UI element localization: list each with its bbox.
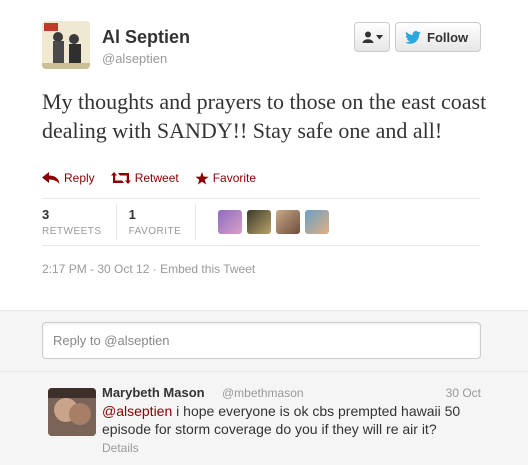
tweet-text: My thoughts and prayers to those on the … — [42, 89, 487, 143]
divider — [42, 245, 480, 246]
reply-section: Reply to @alseptien — [0, 310, 528, 372]
retweet-label: Retweet — [134, 171, 179, 185]
retweet-icon — [110, 172, 131, 184]
favorites-label: FAVORITE — [128, 226, 182, 237]
user-username[interactable]: @alseptien — [102, 51, 167, 66]
stat-separator — [195, 204, 197, 240]
favorites-count: 1 — [128, 207, 136, 222]
retweeter-avatar[interactable] — [305, 210, 330, 234]
reply-tweet[interactable]: Marybeth Mason @mbethmason 30 Oct @alsep… — [0, 372, 528, 465]
chevron-down-icon — [375, 34, 383, 39]
retweeter-avatar[interactable] — [276, 210, 301, 234]
tweet-stats: 3 RETWEETS 1 FAVORITE — [42, 199, 330, 245]
user-actions-dropdown[interactable] — [354, 22, 390, 52]
reply-mention-link[interactable]: @alseptien — [102, 403, 172, 419]
reply-input[interactable]: Reply to @alseptien — [42, 322, 481, 359]
retweets-count: 3 — [42, 207, 50, 222]
twitter-bird-icon — [405, 30, 421, 44]
reply-user-avatar[interactable] — [48, 388, 96, 436]
tweet-meta: 2:17 PM - 30 Oct 12 · Embed this Tweet — [42, 262, 255, 276]
user-icon — [362, 31, 373, 43]
user-avatar[interactable] — [42, 21, 90, 69]
embed-tweet-link[interactable]: Embed this Tweet — [160, 262, 255, 276]
retweet-action[interactable]: Retweet — [110, 171, 179, 185]
retweeter-avatar[interactable] — [247, 210, 272, 234]
follow-button[interactable]: Follow — [395, 22, 481, 52]
retweets-label: RETWEETS — [42, 226, 102, 237]
meta-separator: · — [152, 262, 157, 276]
retweeter-avatars — [218, 210, 330, 234]
reply-tweet-text: @alseptien i hope everyone is ok cbs pre… — [102, 402, 497, 438]
reply-user-fullname[interactable]: Marybeth Mason — [102, 385, 205, 400]
reply-action[interactable]: Reply — [42, 171, 95, 185]
favorites-stat[interactable]: 1 FAVORITE — [129, 207, 196, 237]
favorite-action[interactable]: Favorite — [195, 171, 256, 185]
reply-user-handle[interactable]: @mbethmason — [222, 386, 304, 400]
follow-button-label: Follow — [427, 29, 469, 45]
retweeter-avatar[interactable] — [218, 210, 243, 234]
reply-placeholder: Reply to @alseptien — [53, 333, 170, 348]
tweet-timestamp[interactable]: 2:17 PM - 30 Oct 12 — [42, 262, 149, 276]
tweet-actions: Reply Retweet Favorite — [42, 171, 256, 185]
retweets-stat[interactable]: 3 RETWEETS — [42, 207, 116, 237]
reply-timestamp[interactable]: 30 Oct — [446, 386, 481, 400]
favorite-label: Favorite — [212, 171, 257, 185]
reply-icon — [42, 172, 60, 184]
stat-separator — [115, 204, 117, 240]
tweet-main: Al Septien @alseptien Follow My thoughts… — [0, 0, 528, 310]
star-icon — [195, 171, 209, 184]
user-fullname[interactable]: Al Septien — [102, 27, 190, 48]
reply-details-link[interactable]: Details — [102, 441, 139, 455]
reply-label: Reply — [64, 171, 95, 185]
